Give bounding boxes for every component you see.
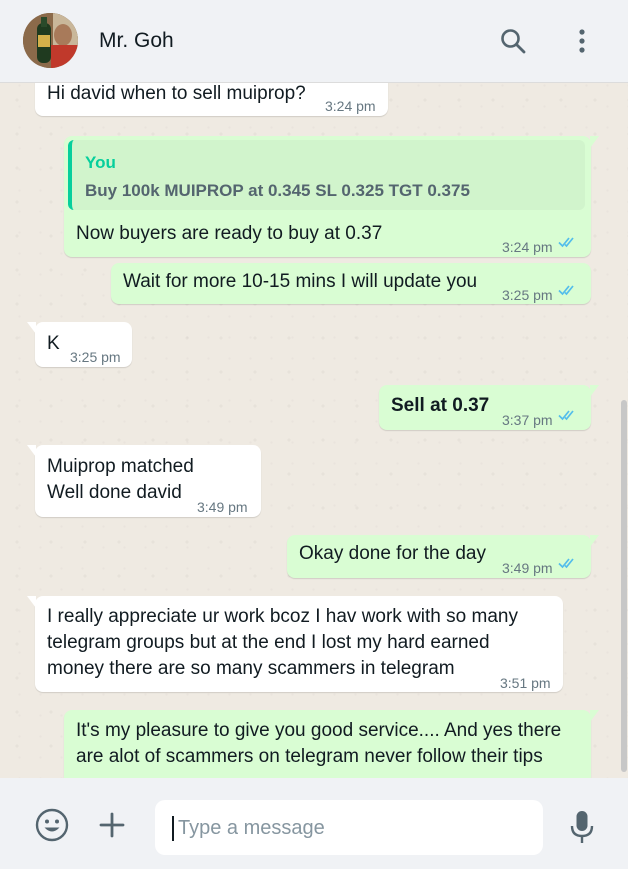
quoted-message[interactable]: You Buy 100k MUIPROP at 0.345 SL 0.325 T… [68, 140, 585, 210]
read-receipt-icon [558, 410, 574, 421]
message-text: Now buyers are ready to buy at 0.37 [76, 223, 383, 244]
bubble-tail [590, 385, 599, 397]
quoted-text: Buy 100k MUIPROP at 0.345 SL 0.325 TGT 0… [85, 181, 470, 200]
bubble-tail [27, 322, 36, 334]
message-outgoing[interactable]: Okay done for the day 3:49 pm [287, 535, 599, 578]
avatar[interactable] [23, 13, 78, 68]
message-outgoing[interactable]: It's my pleasure to give you good servic… [64, 710, 599, 778]
scrollbar-thumb[interactable] [621, 400, 627, 772]
bubble-tail [590, 710, 599, 722]
message-time: 3:25 pm [502, 287, 553, 303]
microphone-icon[interactable] [562, 807, 602, 847]
message-text-line: money there are so many scammers in tele… [47, 658, 455, 679]
message-incoming[interactable]: Hi david when to sell muiprop? 3:24 pm [35, 83, 388, 116]
bubble-tail [590, 136, 599, 148]
message-outgoing[interactable]: Sell at 0.37 3:37 pm [379, 385, 599, 430]
message-text: Hi david when to sell muiprop? [47, 83, 306, 104]
search-icon[interactable] [496, 24, 530, 58]
bubble-tail [27, 445, 36, 457]
quoted-author: You [85, 153, 116, 172]
message-time: 3:49 pm [197, 499, 248, 515]
composer-bar: Type a message [0, 778, 628, 869]
message-text-line: Well done david [47, 482, 182, 503]
read-receipt-icon [558, 285, 574, 296]
contact-name[interactable]: Mr. Goh [99, 29, 174, 53]
message-time: 3:24 pm [502, 239, 553, 255]
message-text-line: telegram groups but at the end I lost my… [47, 632, 490, 653]
message-text: Wait for more 10-15 mins I will update y… [123, 271, 478, 292]
message-time: 3:25 pm [70, 349, 121, 365]
message-outgoing[interactable]: Wait for more 10-15 mins I will update y… [111, 263, 591, 304]
message-incoming[interactable]: Muiprop matched Well done david 3:49 pm [27, 445, 261, 517]
message-text: Okay done for the day [299, 543, 486, 564]
message-text: K [47, 333, 60, 354]
message-time: 3:51 pm [500, 675, 551, 691]
message-incoming[interactable]: I really appreciate ur work bcoz I hav w… [27, 596, 563, 692]
message-text-line: are alot of scammers on telegram never f… [76, 746, 543, 767]
text-caret [172, 816, 174, 841]
emoji-icon[interactable] [32, 805, 72, 845]
plus-icon[interactable] [92, 805, 132, 845]
message-outgoing[interactable]: You Buy 100k MUIPROP at 0.345 SL 0.325 T… [64, 136, 599, 257]
message-input-placeholder: Type a message [178, 817, 325, 839]
message-incoming[interactable]: K 3:25 pm [27, 322, 132, 367]
message-input[interactable]: Type a message [155, 800, 543, 855]
message-time: 3:24 pm [325, 98, 376, 114]
read-receipt-icon [558, 237, 574, 248]
bubble-tail [27, 596, 36, 608]
message-text: Sell at 0.37 [391, 395, 490, 416]
scrollbar[interactable] [620, 83, 628, 778]
more-vertical-icon[interactable] [565, 24, 599, 58]
message-time: 3:49 pm [502, 560, 553, 576]
message-text-line: Muiprop matched [47, 456, 194, 477]
read-receipt-icon [558, 558, 574, 569]
chat-header: Mr. Goh [0, 0, 628, 83]
message-list[interactable]: Hi david when to sell muiprop? 3:24 pm Y… [0, 83, 628, 778]
message-time: 3:37 pm [502, 412, 553, 428]
bubble-tail [590, 535, 599, 547]
message-text-line: I really appreciate ur work bcoz I hav w… [47, 606, 518, 627]
message-text-line: It's my pleasure to give you good servic… [76, 720, 562, 741]
